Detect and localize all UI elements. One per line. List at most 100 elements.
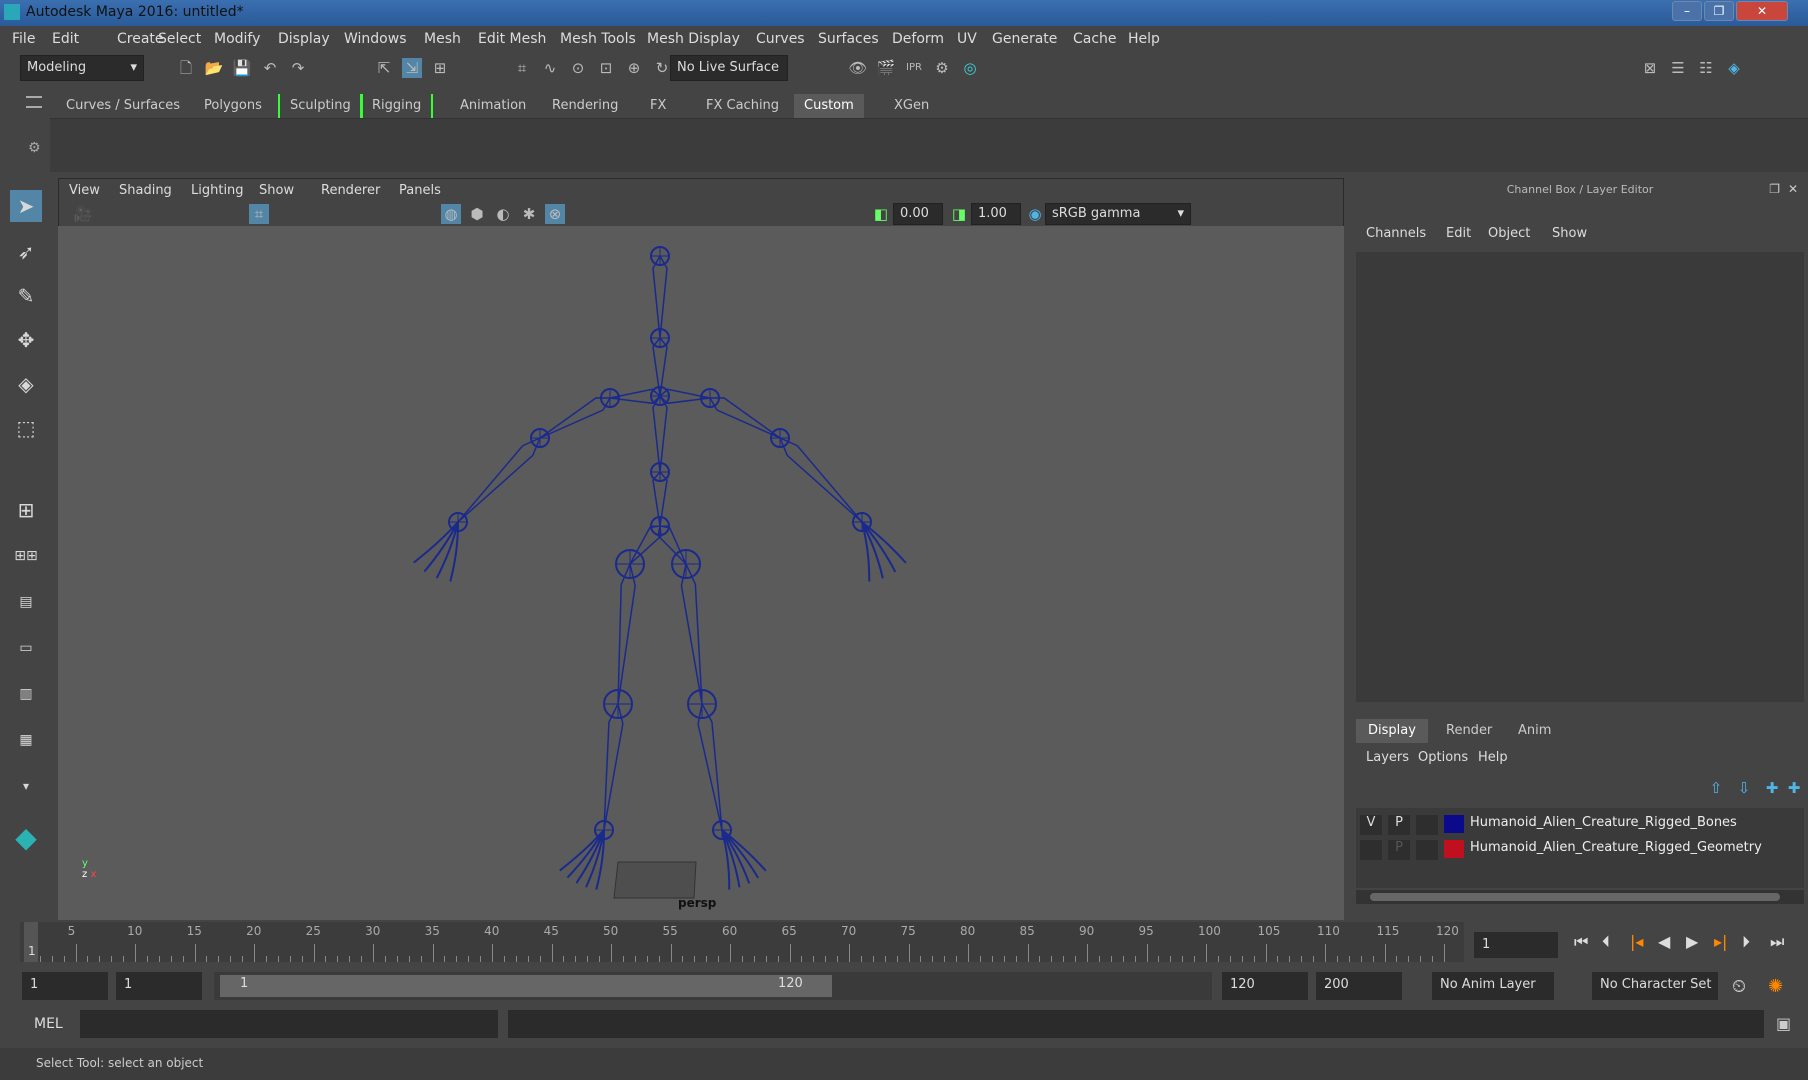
snap-live-icon[interactable]: ⊕ — [624, 58, 644, 78]
range-slider[interactable]: 1 120 — [214, 972, 1212, 1000]
shelf-menu-icon[interactable] — [26, 96, 42, 108]
channel-menu-show[interactable]: Show — [1552, 226, 1587, 241]
layer-visibility-toggle[interactable] — [1360, 840, 1382, 860]
layer-menu-options[interactable]: Options — [1418, 750, 1468, 765]
menu-mesh-display[interactable]: Mesh Display — [647, 31, 740, 47]
float-panel-icon[interactable]: ❐ — [1769, 182, 1780, 196]
layer-row[interactable]: V P Humanoid_Alien_Creature_Rigged_Bones — [1356, 814, 1804, 836]
select-object-icon[interactable]: ⇲ — [402, 58, 422, 78]
uv-layout-icon[interactable]: ▦ — [10, 724, 42, 756]
rotate-tool-icon[interactable]: ◈ — [10, 368, 42, 400]
layer-playback-toggle[interactable]: P — [1388, 815, 1410, 835]
viewport-menu-renderer[interactable]: Renderer — [321, 183, 380, 198]
channel-menu-channels[interactable]: Channels — [1366, 226, 1426, 241]
menu-display[interactable]: Display — [278, 31, 330, 47]
bone[interactable] — [778, 436, 863, 523]
exposure-field[interactable]: 0.00 — [893, 203, 943, 225]
lasso-tool-icon[interactable]: ➶ — [10, 236, 42, 268]
go-to-start-icon[interactable]: ⏮ — [1574, 932, 1588, 952]
wireframe-icon[interactable]: ◍ — [441, 204, 461, 224]
textured-icon[interactable]: ◐ — [493, 204, 513, 224]
more-layouts-icon[interactable]: ▾ — [10, 770, 42, 802]
end-time-field[interactable]: 200 — [1316, 972, 1402, 1000]
layer-color-swatch[interactable] — [1444, 840, 1464, 858]
render-settings-icon[interactable]: ⚙ — [932, 58, 952, 78]
shelf-tab-xgen[interactable]: XGen — [884, 94, 939, 118]
xray-joints-icon[interactable]: ⊗ — [545, 204, 565, 224]
menu-windows[interactable]: Windows — [344, 31, 407, 47]
render-frame-icon[interactable]: 🎬 — [876, 58, 896, 78]
new-scene-icon[interactable]: 🗋 — [176, 58, 196, 78]
tool-settings-icon[interactable]: ☷ — [1696, 58, 1716, 78]
bone[interactable] — [652, 254, 668, 339]
scrollbar-thumb[interactable] — [1370, 893, 1780, 901]
shelf-tab-animation[interactable]: Animation — [450, 94, 536, 118]
paint-select-icon[interactable]: ✎ — [10, 280, 42, 312]
viewport-menu-view[interactable]: View — [69, 183, 100, 198]
attribute-editor-icon[interactable]: ☰ — [1668, 58, 1688, 78]
bone[interactable] — [680, 561, 703, 705]
bone[interactable] — [539, 397, 612, 439]
channel-menu-edit[interactable]: Edit — [1446, 226, 1471, 241]
layer-name[interactable]: Humanoid_Alien_Creature_Rigged_Bones — [1470, 815, 1737, 830]
live-surface-field[interactable]: No Live Surface — [670, 55, 788, 81]
menu-edit-mesh[interactable]: Edit Mesh — [478, 31, 546, 47]
open-scene-icon[interactable]: 📂 — [204, 58, 224, 78]
color-management-icon[interactable]: ◉ — [1025, 204, 1045, 224]
menu-deform[interactable]: Deform — [892, 31, 944, 47]
shelf-tab-curves-surfaces[interactable]: Curves / Surfaces — [56, 94, 190, 118]
single-view-layout-icon[interactable]: ⊞ — [10, 494, 42, 526]
menu-cache[interactable]: Cache — [1073, 31, 1117, 47]
step-forward-key-icon[interactable]: ▸| — [1714, 932, 1727, 951]
snap-point-icon[interactable]: ⊙ — [568, 58, 588, 78]
command-language-label[interactable]: MEL — [34, 1016, 63, 1032]
layer-color-swatch[interactable] — [1444, 815, 1464, 833]
menu-help[interactable]: Help — [1128, 31, 1160, 47]
channel-list[interactable] — [1356, 252, 1804, 702]
bone[interactable] — [652, 394, 668, 473]
layer-tab-anim[interactable]: Anim — [1506, 719, 1563, 743]
layer-visibility-toggle[interactable]: V — [1360, 815, 1382, 835]
script-editor-icon[interactable]: ▣ — [1776, 1014, 1791, 1033]
menu-file[interactable]: File — [12, 31, 35, 47]
four-view-layout-icon[interactable]: ⊞⊞ — [10, 540, 42, 572]
layer-scrollbar[interactable] — [1356, 890, 1804, 904]
channel-menu-object[interactable]: Object — [1488, 226, 1530, 241]
layer-name[interactable]: Humanoid_Alien_Creature_Rigged_Geometry — [1470, 840, 1762, 855]
move-tool-icon[interactable]: ✥ — [10, 324, 42, 356]
persp-graph-layout-icon[interactable]: ▭ — [10, 632, 42, 664]
menu-surfaces[interactable]: Surfaces — [818, 31, 879, 47]
viewport-menu-lighting[interactable]: Lighting — [191, 183, 244, 198]
bone[interactable] — [708, 397, 781, 439]
preferences-icon[interactable]: ✺ — [1768, 976, 1783, 997]
anim-layer-selector[interactable]: No Anim Layer — [1432, 972, 1554, 1000]
playback-start-field[interactable]: 1 — [116, 972, 202, 1000]
hypershade-layout-icon[interactable]: ▥ — [10, 678, 42, 710]
select-tool-icon[interactable]: ➤ — [10, 190, 42, 222]
command-input[interactable] — [80, 1010, 498, 1038]
exposure-icon[interactable]: ◧ — [871, 204, 891, 224]
ipr-render-icon[interactable]: IPR — [904, 58, 924, 78]
lights-icon[interactable]: ✱ — [519, 204, 539, 224]
layer-menu-layers[interactable]: Layers — [1366, 750, 1409, 765]
layer-row[interactable]: P Humanoid_Alien_Creature_Rigged_Geometry — [1356, 839, 1804, 861]
close-button[interactable]: ✕ — [1736, 1, 1788, 21]
persp-outliner-layout-icon[interactable]: ▤ — [10, 586, 42, 618]
menu-uv[interactable]: UV — [957, 31, 977, 47]
menu-generate[interactable]: Generate — [992, 31, 1057, 47]
shelf-settings-icon[interactable]: ⚙ — [28, 140, 41, 156]
auto-key-icon[interactable]: ⏲ — [1732, 976, 1746, 997]
viewport-menu-show[interactable]: Show — [259, 183, 294, 198]
bone[interactable] — [457, 436, 542, 523]
bone[interactable] — [617, 561, 636, 705]
play-backward-icon[interactable]: ◀ — [1658, 932, 1670, 951]
camera-icon[interactable]: 🎥 — [73, 204, 93, 224]
go-to-end-icon[interactable]: ⏭ — [1770, 932, 1784, 952]
menu-select[interactable]: Select — [158, 31, 201, 47]
menu-mesh-tools[interactable]: Mesh Tools — [560, 31, 636, 47]
start-time-field[interactable]: 1 — [22, 972, 108, 1000]
step-back-key-icon[interactable]: |◂ — [1630, 932, 1643, 951]
layer-display-type-toggle[interactable] — [1416, 840, 1438, 860]
new-layer-selected-icon[interactable]: ✚ — [1784, 778, 1804, 798]
time-slider[interactable]: 5 10 15 20 25 30 35 40 45 50 55 60 65 70 75 80 85 90 95 100… — [20, 922, 1464, 962]
